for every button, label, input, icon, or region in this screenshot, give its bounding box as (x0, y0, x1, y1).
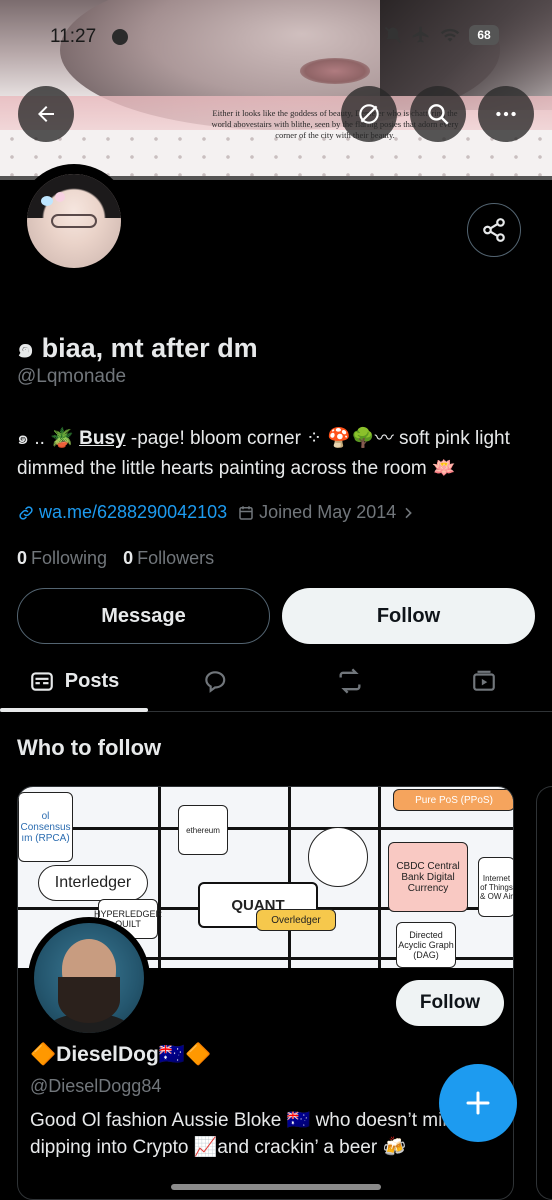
plus-icon (466, 1091, 490, 1115)
tab-posts[interactable]: Posts (0, 652, 148, 710)
tab-media[interactable] (444, 652, 524, 710)
profile-link[interactable]: wa.me/6288290042103 (17, 502, 227, 523)
iot-node: Internet of Things & OW Air (478, 857, 513, 917)
tab-reposts[interactable] (310, 652, 390, 710)
status-bar: 11:27 68 (0, 22, 552, 52)
suggestion-handle: @DieselDogg84 (30, 1076, 162, 1096)
chevron-right-icon (405, 507, 413, 518)
follow-counts: 0 Following 0 Followers (17, 548, 214, 569)
followers-link[interactable]: 0 Followers (123, 548, 214, 569)
share-button[interactable] (467, 203, 521, 257)
wifi-icon (440, 28, 460, 42)
back-button[interactable] (18, 86, 74, 142)
dag-node: Directed Acyclic Graph (DAG) (396, 922, 456, 968)
consensus-node: ol Consensus ım (RPCA) (18, 792, 73, 862)
search-button[interactable] (410, 86, 466, 142)
battery-indicator: 68 (469, 25, 499, 45)
airplane-icon (412, 26, 429, 43)
profile-tabs: Posts (0, 652, 552, 712)
repost-icon (339, 668, 361, 694)
following-link[interactable]: 0 Following (17, 548, 107, 569)
bio-busy-link[interactable]: Busy (79, 428, 125, 449)
follow-button[interactable]: Follow (282, 588, 535, 644)
link-icon (19, 505, 33, 520)
suggestion-card[interactable]: ol Consensus ım (RPCA) Interledger HYPER… (17, 786, 514, 1200)
joined-text: Joined May 2014 (259, 502, 397, 522)
status-time: 11:27 (50, 26, 97, 47)
calendar-icon (239, 505, 253, 520)
search-icon (428, 104, 449, 125)
notification-icon (112, 29, 128, 45)
circle-node (308, 827, 368, 887)
profile-name: ๑ biaa, mt after dm (17, 333, 258, 363)
next-suggestion-card[interactable] (536, 786, 552, 1200)
eye-off-icon (359, 104, 379, 124)
profile-bio: ๑ .. 🪴 Busy -page! bloom corner ⁘ 🍄🌳〰 so… (17, 424, 537, 484)
tab-replies[interactable] (175, 652, 255, 710)
suggestion-bio: Good Ol fashion Aussie Bloke 🇦🇺 who does… (30, 1110, 464, 1158)
mute-button[interactable] (341, 86, 397, 142)
ethereum-node: ethereum (178, 805, 228, 855)
bio-prefix: ๑ .. 🪴 (17, 428, 80, 449)
message-button[interactable]: Message (17, 588, 270, 644)
suggestion-follow-button[interactable]: Follow (396, 980, 504, 1026)
active-tab-indicator (0, 708, 148, 712)
profile-link-text[interactable]: wa.me/6288290042103 (39, 502, 227, 523)
reply-bubble-icon (205, 671, 226, 693)
suggestion-avatar[interactable] (28, 917, 150, 1039)
profile-avatar[interactable] (17, 164, 131, 278)
share-icon (483, 218, 505, 242)
cbdc-node: CBDC Central Bank Digital Currency (388, 842, 468, 912)
more-horizontal-icon (496, 111, 516, 117)
interledger-node: Interledger (38, 865, 148, 901)
profile-meta: wa.me/6288290042103 Joined May 2014 (17, 502, 416, 523)
joined-date[interactable]: Joined May 2014 (237, 502, 416, 523)
arrow-left-icon (38, 106, 54, 122)
mute-bell-icon (384, 26, 402, 44)
suggestion-name[interactable]: 🔶DieselDog🇦🇺🔶 (30, 1043, 211, 1067)
media-icon (473, 670, 495, 691)
more-button[interactable] (478, 86, 534, 142)
compose-button[interactable] (439, 1064, 517, 1142)
profile-handle: @Lqmonade (17, 366, 127, 387)
gesture-bar[interactable] (171, 1184, 381, 1190)
pos-node: Pure PoS (PPoS) (393, 789, 513, 811)
overledger-node: Overledger (256, 909, 336, 931)
tab-posts-label: Posts (64, 669, 120, 692)
posts-icon (30, 672, 53, 691)
who-to-follow-title: Who to follow (17, 735, 162, 760)
